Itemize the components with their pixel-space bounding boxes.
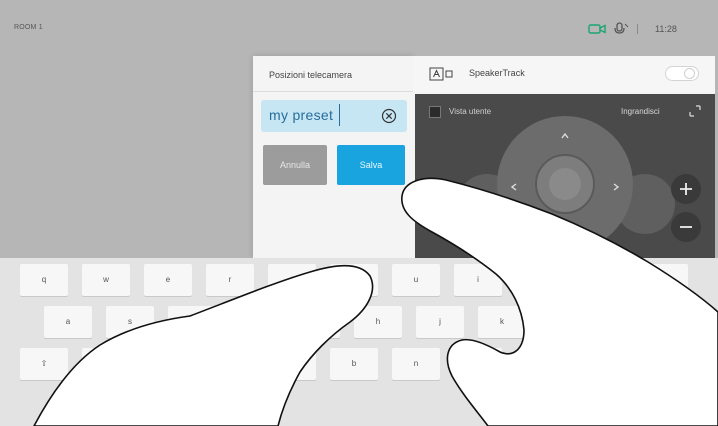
status-bar: ROOM 1 11:28	[0, 0, 718, 60]
keyboard-key[interactable]: i	[454, 264, 502, 296]
keyboard-key[interactable]: c	[206, 348, 254, 380]
arrow-up-icon[interactable]	[560, 128, 570, 139]
expand-icon[interactable]	[689, 104, 701, 117]
self-view-checkbox[interactable]	[429, 106, 441, 118]
keyboard-key[interactable]: y	[330, 264, 378, 296]
keyboard-key[interactable]: g	[292, 306, 340, 338]
save-button[interactable]: Salva	[337, 145, 405, 185]
keyboard-key[interactable]: s	[106, 306, 154, 338]
divider	[253, 91, 413, 92]
panel-title: Posizioni telecamera	[269, 70, 353, 80]
keyboard-key[interactable]: ⇧	[20, 348, 68, 380]
keyboard-key[interactable]: l	[540, 306, 588, 338]
keyboard-key[interactable]: v	[268, 348, 316, 380]
keyboard-key[interactable]: t	[268, 264, 316, 296]
toggle-knob	[684, 68, 695, 79]
preset-name-value[interactable]: my preset	[269, 107, 333, 123]
cancel-button[interactable]: Annulla	[263, 145, 327, 185]
keyboard-key[interactable]: x	[144, 348, 192, 380]
keyboard-key[interactable]: m	[454, 348, 502, 380]
keyboard-key[interactable]: h	[354, 306, 402, 338]
arrow-left-icon[interactable]	[509, 179, 519, 191]
keyboard-key[interactable]: z	[82, 348, 130, 380]
keyboard-key[interactable]: ⇧	[640, 348, 688, 380]
text-caret	[339, 104, 340, 126]
pan-ring	[535, 154, 595, 214]
preset-name-input[interactable]: my preset	[261, 100, 407, 132]
device-name: ROOM 1	[14, 24, 43, 31]
keyboard-key[interactable]: q	[20, 264, 68, 296]
keyboard-key[interactable]: u	[392, 264, 440, 296]
self-view-label: Vista utente	[449, 107, 492, 116]
pan-center-button[interactable]	[549, 168, 581, 200]
keyboard-key[interactable]: d	[168, 306, 216, 338]
clear-icon[interactable]	[381, 108, 397, 124]
camera-presets-panel: Posizioni telecamera my preset Annulla S…	[253, 56, 413, 258]
camera-control-panel: SpeakerTrack Vista utente Ingrandisci	[413, 56, 715, 258]
pan-tilt-pad[interactable]	[497, 116, 633, 252]
keyboard-key[interactable]: k	[478, 306, 526, 338]
camera-icon[interactable]	[588, 22, 606, 36]
speakertrack-icon	[429, 67, 455, 81]
keyboard-key[interactable]: ,	[516, 348, 564, 380]
keyboard-key[interactable]: e	[144, 264, 192, 296]
microphone-icon[interactable]	[612, 22, 630, 36]
zoom-out-button[interactable]	[671, 212, 701, 242]
speakertrack-row: SpeakerTrack	[413, 56, 715, 92]
keyboard-key[interactable]: p	[578, 264, 626, 296]
keyboard-key[interactable]: r	[206, 264, 254, 296]
keyboard-key[interactable]: a	[44, 306, 92, 338]
arrow-right-icon[interactable]	[611, 179, 621, 191]
clock: 11:28	[655, 24, 677, 34]
keyboard-key[interactable]: n	[392, 348, 440, 380]
keyboard-key[interactable]: .	[578, 348, 626, 380]
camera-preview: Vista utente Ingrandisci	[415, 94, 715, 258]
keyboard-key[interactable]: f	[230, 306, 278, 338]
keyboard-key[interactable]: w	[82, 264, 130, 296]
keyboard-key[interactable]: o	[516, 264, 564, 296]
keyboard-key[interactable]: j	[416, 306, 464, 338]
speakertrack-label: SpeakerTrack	[469, 68, 525, 78]
status-divider	[637, 24, 638, 34]
zoom-label: Ingrandisci	[621, 107, 660, 116]
keyboard-key[interactable]: b	[330, 348, 378, 380]
zoom-in-button[interactable]	[671, 174, 701, 204]
keyboard-key[interactable]: ⌫	[640, 264, 688, 296]
on-screen-keyboard: q w e r t y u i o p ⌫ a s d f g h j k l ⇧ z x c v b n m,. ⇧	[0, 258, 718, 426]
arrow-down-icon[interactable]	[560, 230, 570, 242]
speakertrack-toggle[interactable]	[665, 66, 699, 81]
